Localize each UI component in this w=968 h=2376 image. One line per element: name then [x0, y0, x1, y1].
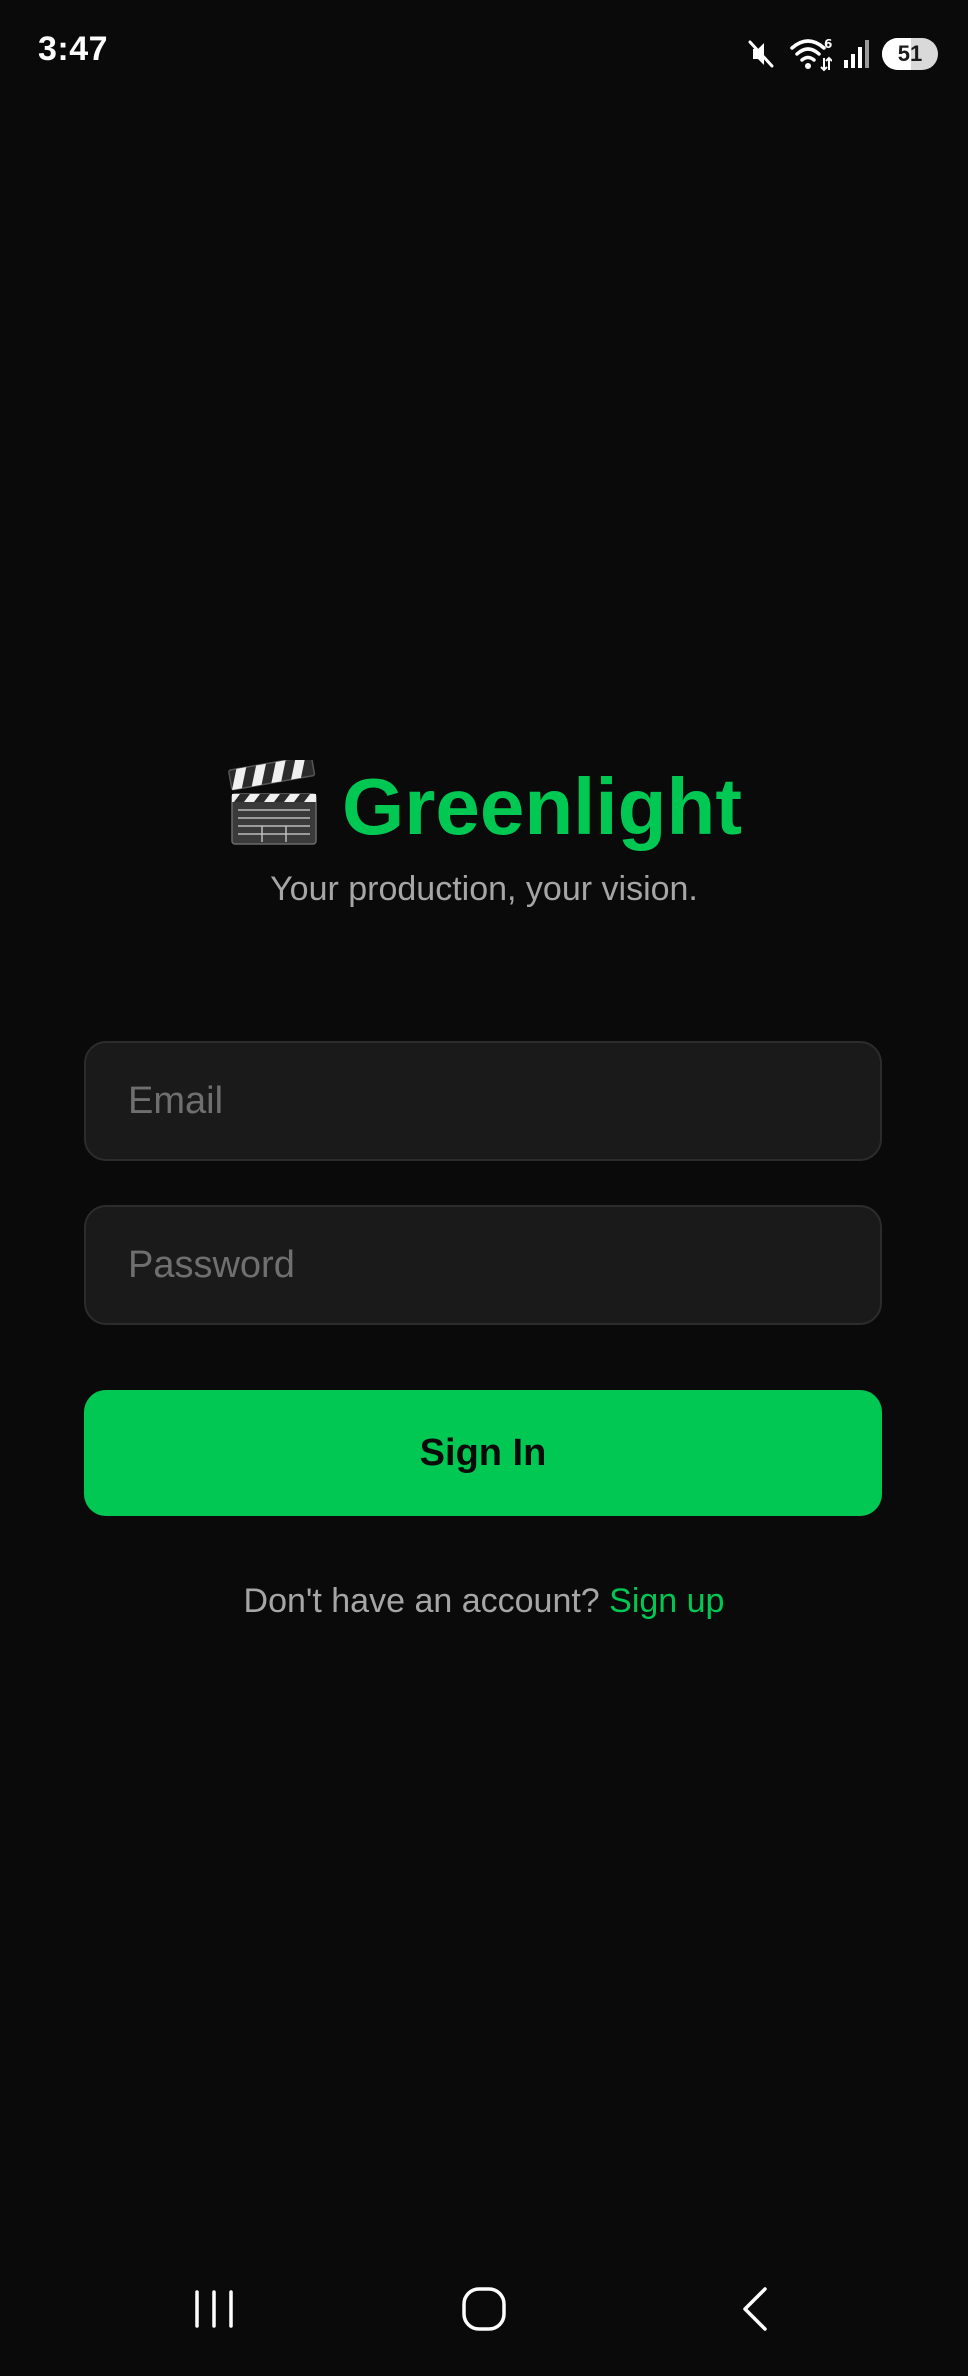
back-icon [737, 2285, 771, 2338]
home-icon [460, 2285, 508, 2338]
app-title: Greenlight [341, 761, 743, 851]
sign-up-link[interactable]: Sign up [609, 1582, 724, 1620]
password-field[interactable] [84, 1205, 882, 1325]
sign-in-button[interactable]: Sign In [84, 1390, 882, 1516]
battery-icon: 51 [882, 38, 938, 70]
home-button[interactable] [424, 2266, 544, 2356]
tagline: Your production, your vision. [270, 870, 698, 908]
email-field[interactable] [84, 1041, 882, 1161]
mute-icon [744, 37, 778, 71]
system-nav-bar [0, 2246, 968, 2376]
back-button[interactable] [694, 2266, 814, 2356]
battery-level: 51 [897, 41, 923, 66]
network-label: 6 [824, 37, 832, 51]
status-bar: 3:47 6 51 [0, 0, 968, 110]
brand-header: Greenlight [0, 755, 968, 853]
recents-icon [191, 2288, 237, 2335]
clapperboard-icon [226, 755, 320, 853]
status-icons: 6 51 [744, 32, 938, 76]
signal-icon [842, 38, 872, 70]
signup-row: Don't have an account? Sign up [0, 1582, 968, 1621]
wifi-icon: 6 [788, 36, 832, 72]
recents-button[interactable] [154, 2266, 274, 2356]
status-time: 3:47 [38, 30, 109, 68]
signup-prompt: Don't have an account? [243, 1582, 600, 1620]
